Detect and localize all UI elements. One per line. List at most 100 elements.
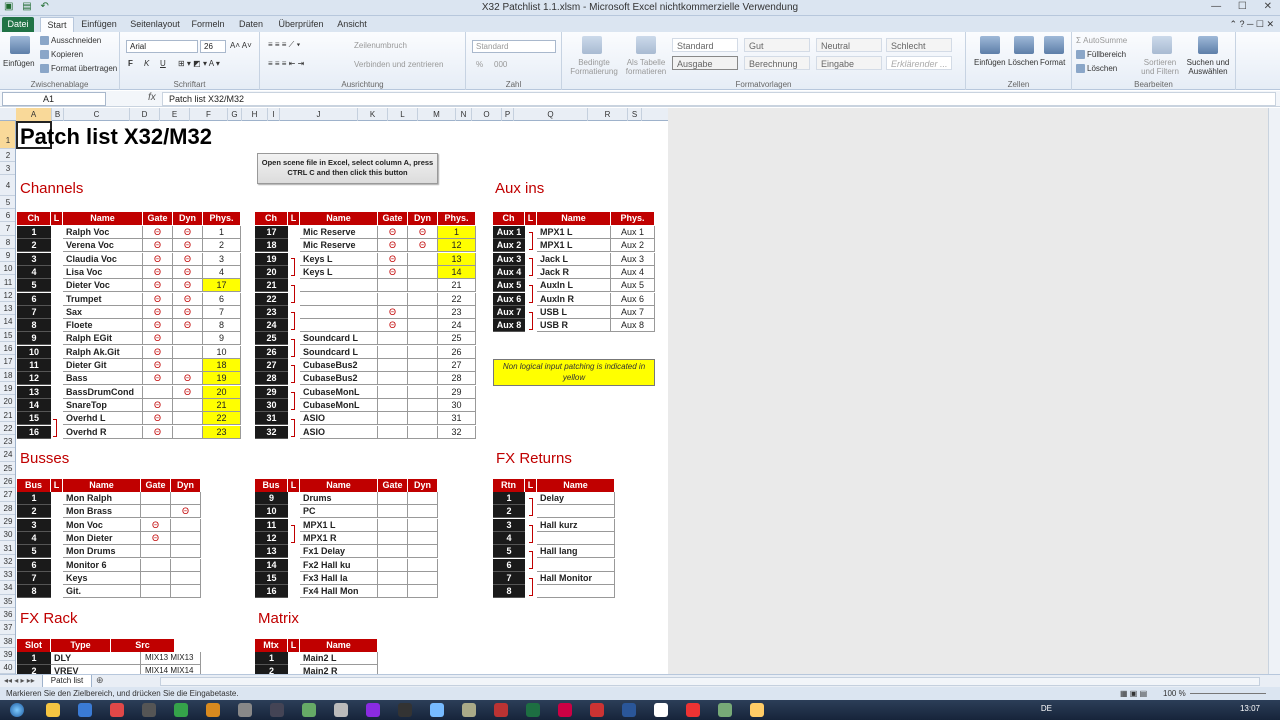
row-header-17[interactable]: 17	[0, 355, 15, 369]
channel-name-cell[interactable]: Soundcard L	[300, 332, 378, 346]
bus-name-cell[interactable]: Monitor 6	[63, 558, 141, 572]
merge-center-button[interactable]: Verbinden und zentrieren	[354, 60, 443, 69]
row-header-23[interactable]: 23	[0, 435, 15, 449]
bus-dyn-cell[interactable]	[408, 571, 438, 585]
column-header-h[interactable]: H	[242, 108, 268, 121]
channel-gate-cell[interactable]: Θ	[143, 425, 173, 439]
channel-dyn-cell[interactable]: Θ	[173, 385, 203, 399]
row-header-1[interactable]: 1	[0, 121, 15, 149]
channel-gate-cell[interactable]	[378, 292, 408, 306]
font-name-select[interactable]: Arial	[126, 40, 198, 53]
channel-phys-cell[interactable]: 22	[438, 292, 476, 306]
channel-dyn-cell[interactable]	[408, 279, 438, 293]
row-header-34[interactable]: 34	[0, 581, 15, 595]
minimize-icon[interactable]: —	[1211, 1, 1221, 12]
channel-gate-cell[interactable]: Θ	[378, 226, 408, 239]
bus-gate-cell[interactable]	[378, 545, 408, 559]
horizontal-align-icons[interactable]: ≡ ≡ ≡ ⇤ ⇥	[268, 59, 304, 68]
style-output[interactable]: Ausgabe	[672, 56, 738, 70]
channel-dyn-cell[interactable]: Θ	[173, 292, 203, 306]
channel-link-cell[interactable]	[288, 226, 300, 239]
channel-phys-cell[interactable]: 23	[203, 425, 241, 439]
channel-gate-cell[interactable]: Θ	[143, 226, 173, 239]
channel-phys-cell[interactable]: 20	[203, 385, 241, 399]
paste-icon[interactable]	[10, 36, 30, 54]
channel-name-cell[interactable]: ASIO	[300, 412, 378, 426]
bus-gate-cell[interactable]	[378, 571, 408, 585]
bus-gate-cell[interactable]	[378, 518, 408, 532]
taskbar-app-icon[interactable]	[750, 703, 764, 717]
channel-dyn-cell[interactable]	[173, 359, 203, 372]
channel-name-cell[interactable]	[300, 292, 378, 306]
aux-phys-cell[interactable]: Aux 7	[611, 305, 655, 319]
column-header-k[interactable]: K	[358, 108, 388, 121]
channel-gate-cell[interactable]: Θ	[143, 279, 173, 293]
channel-dyn-cell[interactable]	[408, 412, 438, 426]
channel-name-cell[interactable]: SnareTop	[63, 398, 143, 412]
zoom-slider[interactable]	[1190, 693, 1266, 694]
column-header-q[interactable]: Q	[514, 108, 588, 121]
channel-dyn-cell[interactable]	[408, 345, 438, 359]
row-header-5[interactable]: 5	[0, 196, 15, 209]
bus-link-cell[interactable]	[288, 572, 300, 585]
bus-gate-cell[interactable]	[141, 571, 171, 585]
channel-link-cell[interactable]	[51, 266, 63, 279]
channel-phys-cell[interactable]: 1	[203, 226, 241, 239]
taskbar-app-icon[interactable]	[398, 703, 412, 717]
zoom-level[interactable]: 100 %	[1163, 687, 1186, 700]
bus-dyn-cell[interactable]	[408, 531, 438, 545]
channel-phys-cell[interactable]: 1	[438, 226, 476, 239]
conditional-format-button[interactable]: Bedingte Formatierung	[566, 58, 622, 76]
bus-dyn-cell[interactable]	[171, 492, 201, 505]
row-header-37[interactable]: 37	[0, 621, 15, 635]
channel-gate-cell[interactable]: Θ	[378, 265, 408, 279]
channel-name-cell[interactable]: CubaseMonL	[300, 398, 378, 412]
fx-return-name-cell[interactable]	[537, 531, 615, 545]
channel-phys-cell[interactable]: 3	[203, 252, 241, 266]
bus-name-cell[interactable]: Fx4 Hall Mon	[300, 585, 378, 599]
column-header-i[interactable]: I	[268, 108, 280, 121]
channel-link-cell[interactable]	[51, 359, 63, 372]
taskbar-app-icon[interactable]	[590, 703, 604, 717]
copy-button[interactable]: Kopieren	[40, 50, 83, 60]
taskbar-app-icon[interactable]	[206, 703, 220, 717]
channel-dyn-cell[interactable]: Θ	[408, 239, 438, 253]
bus-link-cell[interactable]	[51, 545, 63, 558]
aux-name-cell[interactable]: MPX1 L	[537, 239, 611, 253]
cut-button[interactable]: Ausschneiden	[40, 36, 101, 46]
channel-phys-cell[interactable]: 4	[203, 265, 241, 279]
bus-dyn-cell[interactable]	[408, 558, 438, 572]
fx-slot-type-cell[interactable]: DLY	[51, 652, 141, 665]
column-header-l[interactable]: L	[388, 108, 418, 121]
aux-name-cell[interactable]: Jack R	[537, 265, 611, 279]
channel-phys-cell[interactable]: 17	[203, 279, 241, 293]
channel-phys-cell[interactable]: 19	[203, 372, 241, 386]
column-header-b[interactable]: B	[52, 108, 64, 121]
channel-dyn-cell[interactable]: Θ	[173, 279, 203, 293]
channel-gate-cell[interactable]: Θ	[143, 332, 173, 346]
tab-view[interactable]: Ansicht	[334, 17, 370, 32]
fx-return-name-cell[interactable]: Hall lang	[537, 545, 615, 559]
bus-gate-cell[interactable]	[141, 505, 171, 519]
scene-import-button[interactable]: Open scene file in Excel, select column …	[257, 153, 438, 184]
channel-name-cell[interactable]: ASIO	[300, 425, 378, 439]
column-header-s[interactable]: S	[628, 108, 642, 121]
matrix-name-cell[interactable]: Main2 R	[300, 665, 378, 674]
channel-dyn-cell[interactable]: Θ	[173, 265, 203, 279]
channel-phys-cell[interactable]: 2	[203, 239, 241, 253]
channel-dyn-cell[interactable]	[173, 412, 203, 426]
bus-dyn-cell[interactable]	[408, 518, 438, 532]
taskbar-app-icon[interactable]	[174, 703, 188, 717]
channel-dyn-cell[interactable]	[408, 305, 438, 319]
bus-gate-cell[interactable]	[141, 545, 171, 559]
bus-name-cell[interactable]: PC	[300, 505, 378, 519]
bus-link-cell[interactable]	[51, 505, 63, 518]
taskbar-app-icon[interactable]	[46, 703, 60, 717]
italic-button[interactable]: K	[144, 59, 149, 68]
taskbar-app-icon[interactable]	[78, 703, 92, 717]
column-header-p[interactable]: P	[502, 108, 514, 121]
row-header-15[interactable]: 15	[0, 329, 15, 342]
channel-dyn-cell[interactable]	[173, 425, 203, 439]
channel-gate-cell[interactable]	[378, 412, 408, 426]
delete-cells-button[interactable]: Löschen	[1008, 58, 1038, 67]
